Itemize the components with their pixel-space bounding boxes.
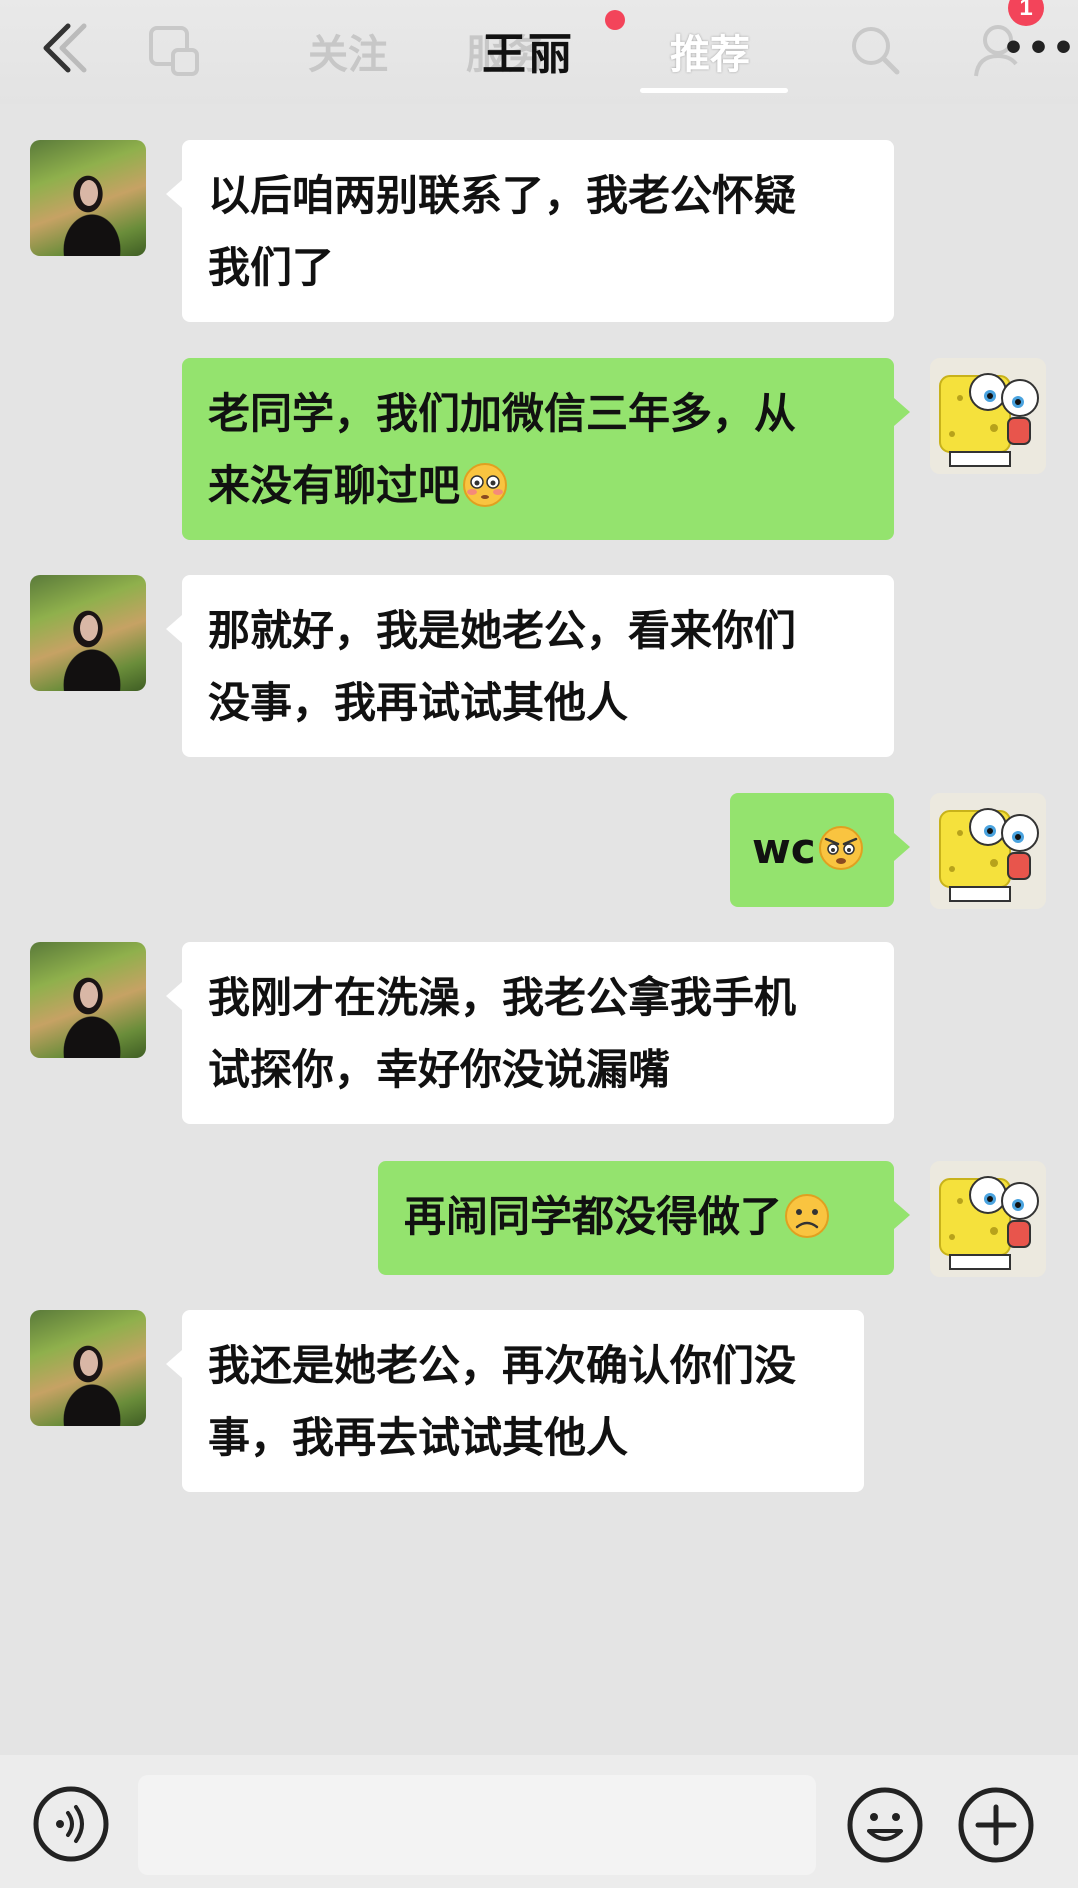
tab-recommend[interactable]: 推荐 xyxy=(670,22,750,80)
my-avatar[interactable] xyxy=(930,1161,1046,1277)
contact-avatar[interactable] xyxy=(30,942,146,1058)
sponge-avatar-icon xyxy=(930,1161,1046,1277)
top-bar: 关注 服务 推荐 王丽 ••• 1 xyxy=(0,0,1078,104)
voice-icon xyxy=(33,1786,109,1862)
contact-avatar[interactable] xyxy=(30,1310,146,1426)
window-icon[interactable] xyxy=(145,20,205,80)
more-options-button[interactable]: ••• xyxy=(1002,28,1077,69)
flushed-emoji xyxy=(463,463,508,507)
message-line: 我们了 xyxy=(208,243,335,292)
plus-icon xyxy=(958,1787,1034,1863)
tab-follow[interactable]: 关注 xyxy=(308,22,388,80)
message-line: wc xyxy=(752,824,816,873)
voice-button[interactable] xyxy=(32,1785,110,1863)
message-line: 那就好，我是她老公，看来你们 xyxy=(208,606,797,655)
message-bubble-incoming: 那就好，我是她老公，看来你们 没事，我再试试其他人 xyxy=(166,575,894,757)
active-tab-indicator xyxy=(640,88,788,93)
sponge-avatar-icon xyxy=(930,793,1046,909)
frowning-emoji xyxy=(785,1194,830,1238)
chat-title: 王丽 xyxy=(482,29,574,80)
message-bubble-incoming: 我刚才在洗澡，我老公拿我手机 试探你，幸好你没说漏嘴 xyxy=(166,942,894,1124)
my-avatar[interactable] xyxy=(930,358,1046,474)
emoji-button[interactable] xyxy=(845,1785,925,1865)
contact-avatar[interactable] xyxy=(30,140,146,256)
contact-avatar[interactable] xyxy=(30,575,146,691)
message-line: 试探你，幸好你没说漏嘴 xyxy=(208,1045,671,1094)
message-line: 以后咱两别联系了，我老公怀疑 xyxy=(208,171,797,220)
sponge-avatar-icon xyxy=(930,358,1046,474)
message-line: 我还是她老公，再次确认你们没 xyxy=(208,1341,797,1390)
message-bubble-incoming: 我还是她老公，再次确认你们没 事，我再去试试其他人 xyxy=(166,1310,864,1492)
notification-dot xyxy=(605,10,625,30)
message-line: 事，我再去试试其他人 xyxy=(208,1413,629,1462)
message-input[interactable] xyxy=(138,1775,816,1875)
message-line: 老同学，我们加微信三年多，从 xyxy=(208,389,797,438)
smiley-icon xyxy=(847,1787,923,1863)
search-icon[interactable] xyxy=(845,20,905,80)
message-line: 再闹同学都没得做了 xyxy=(404,1192,783,1241)
my-avatar[interactable] xyxy=(930,793,1046,909)
angry-emoji xyxy=(818,826,863,870)
message-line: 来没有聊过吧 xyxy=(208,461,461,510)
message-bubble-outgoing: wc xyxy=(730,793,910,907)
back-icon[interactable] xyxy=(30,18,90,78)
input-bar xyxy=(0,1755,1078,1888)
plus-button[interactable] xyxy=(956,1785,1036,1865)
message-bubble-outgoing: 再闹同学都没得做了 xyxy=(378,1161,910,1275)
message-line: 我刚才在洗澡，我老公拿我手机 xyxy=(208,973,797,1022)
message-bubble-outgoing: 老同学，我们加微信三年多，从 来没有聊过吧 xyxy=(182,358,910,540)
message-bubble-incoming: 以后咱两别联系了，我老公怀疑 我们了 xyxy=(166,140,894,322)
message-line: 没事，我再试试其他人 xyxy=(208,678,629,727)
